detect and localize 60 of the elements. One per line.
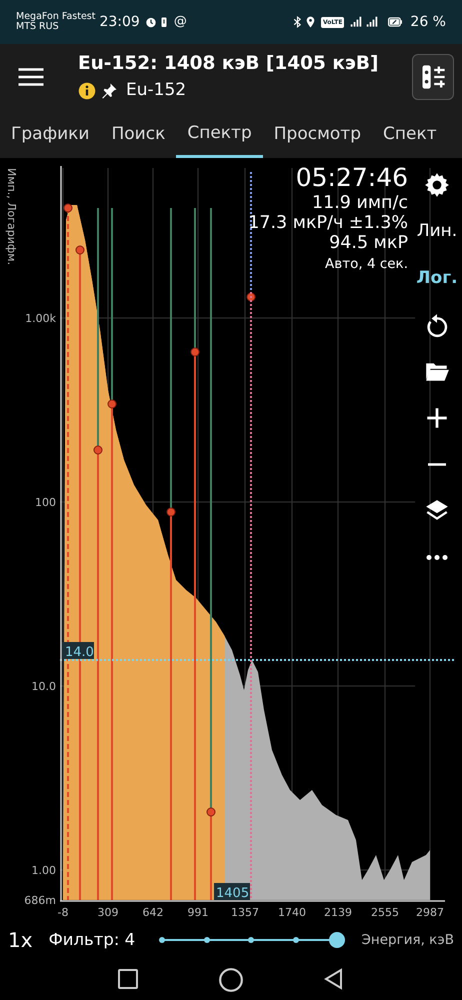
tab[interactable]: Просмотр: [262, 112, 372, 158]
slider-thumb[interactable]: [329, 932, 346, 948]
x-tick-label: -8: [58, 906, 68, 919]
y-tick-label: 1.00: [32, 864, 56, 877]
screen-title: Eu-152: 1408 кэВ [1405 кэВ]: [78, 52, 380, 76]
clock-time: 23:09: [99, 12, 140, 32]
x-tick-label: 1357: [231, 906, 259, 919]
peak-dot: [64, 204, 72, 212]
carrier-name: MTS RUS: [16, 22, 60, 32]
peak-dot: [76, 246, 84, 254]
detector-settings-button[interactable]: [412, 54, 454, 100]
pin-icon[interactable]: [100, 82, 118, 100]
y-tick-label: 100: [35, 496, 56, 509]
count-rate: 11.9 имп/с: [310, 192, 408, 213]
filter-slider[interactable]: [159, 931, 344, 949]
dose-total: 94.5 мкР: [328, 233, 408, 254]
tab[interactable]: Поиск: [100, 112, 176, 158]
y-tick-label: 10.0: [32, 680, 56, 693]
x-tick-label: 991: [188, 906, 208, 919]
alarm-icon: [144, 15, 158, 29]
dose-rate: 17.3 мкР/ч ±1.3%: [248, 212, 408, 233]
x-tick-label: 2139: [324, 906, 352, 919]
info-icon[interactable]: [78, 82, 96, 100]
cursor-value-label: 14.0: [62, 642, 94, 660]
recent-apps-icon[interactable]: [116, 967, 140, 991]
battery-percent: 26 %: [410, 12, 446, 32]
filter-label: Фильтр: 4: [48, 928, 136, 951]
tab[interactable]: Графики: [0, 112, 100, 158]
measurement-mode: Авто, 4 сек.: [324, 257, 408, 273]
energy-marker-label: 1405: [214, 883, 250, 901]
x-tick-label: 1740: [278, 906, 306, 919]
axis-title: Имп., Логарифм.: [5, 168, 18, 266]
carrier-name: MegaFon Fastest: [16, 12, 96, 22]
more-icon: [426, 554, 448, 560]
zoom-button[interactable]: 1x: [8, 925, 33, 955]
x-tick-label: 2555: [371, 906, 399, 919]
minus-icon: [427, 462, 447, 466]
y-tick-label: 1.00k: [25, 312, 56, 325]
x-tick-label: 309: [98, 906, 118, 919]
y-tick-label: 686m: [24, 894, 56, 907]
home-icon[interactable]: [218, 967, 244, 993]
peak-dot: [108, 400, 116, 408]
at-sign: @: [174, 13, 187, 32]
x-tick-label: 642: [142, 906, 164, 919]
peak-dot: [190, 348, 200, 356]
peak-dot: [206, 808, 216, 816]
elapsed-time: 05:27:46: [294, 164, 408, 193]
tab[interactable]: Спектр: [176, 112, 263, 158]
signal-icon: [348, 15, 364, 29]
settings-icon: [424, 172, 450, 198]
axis-title: Энергия, кэВ: [361, 930, 454, 950]
tab[interactable]: Спект: [372, 112, 448, 158]
peak-dot: [94, 446, 102, 454]
peak-dot: [166, 508, 176, 516]
scale-toggle[interactable]: Лин.: [416, 208, 458, 255]
x-tick-label: 2987: [416, 906, 444, 919]
subtitle: Eu-152: [126, 79, 186, 102]
scale-toggle[interactable]: Лог.: [416, 255, 458, 302]
signal-icon: [364, 15, 380, 29]
location-icon: [304, 15, 317, 29]
